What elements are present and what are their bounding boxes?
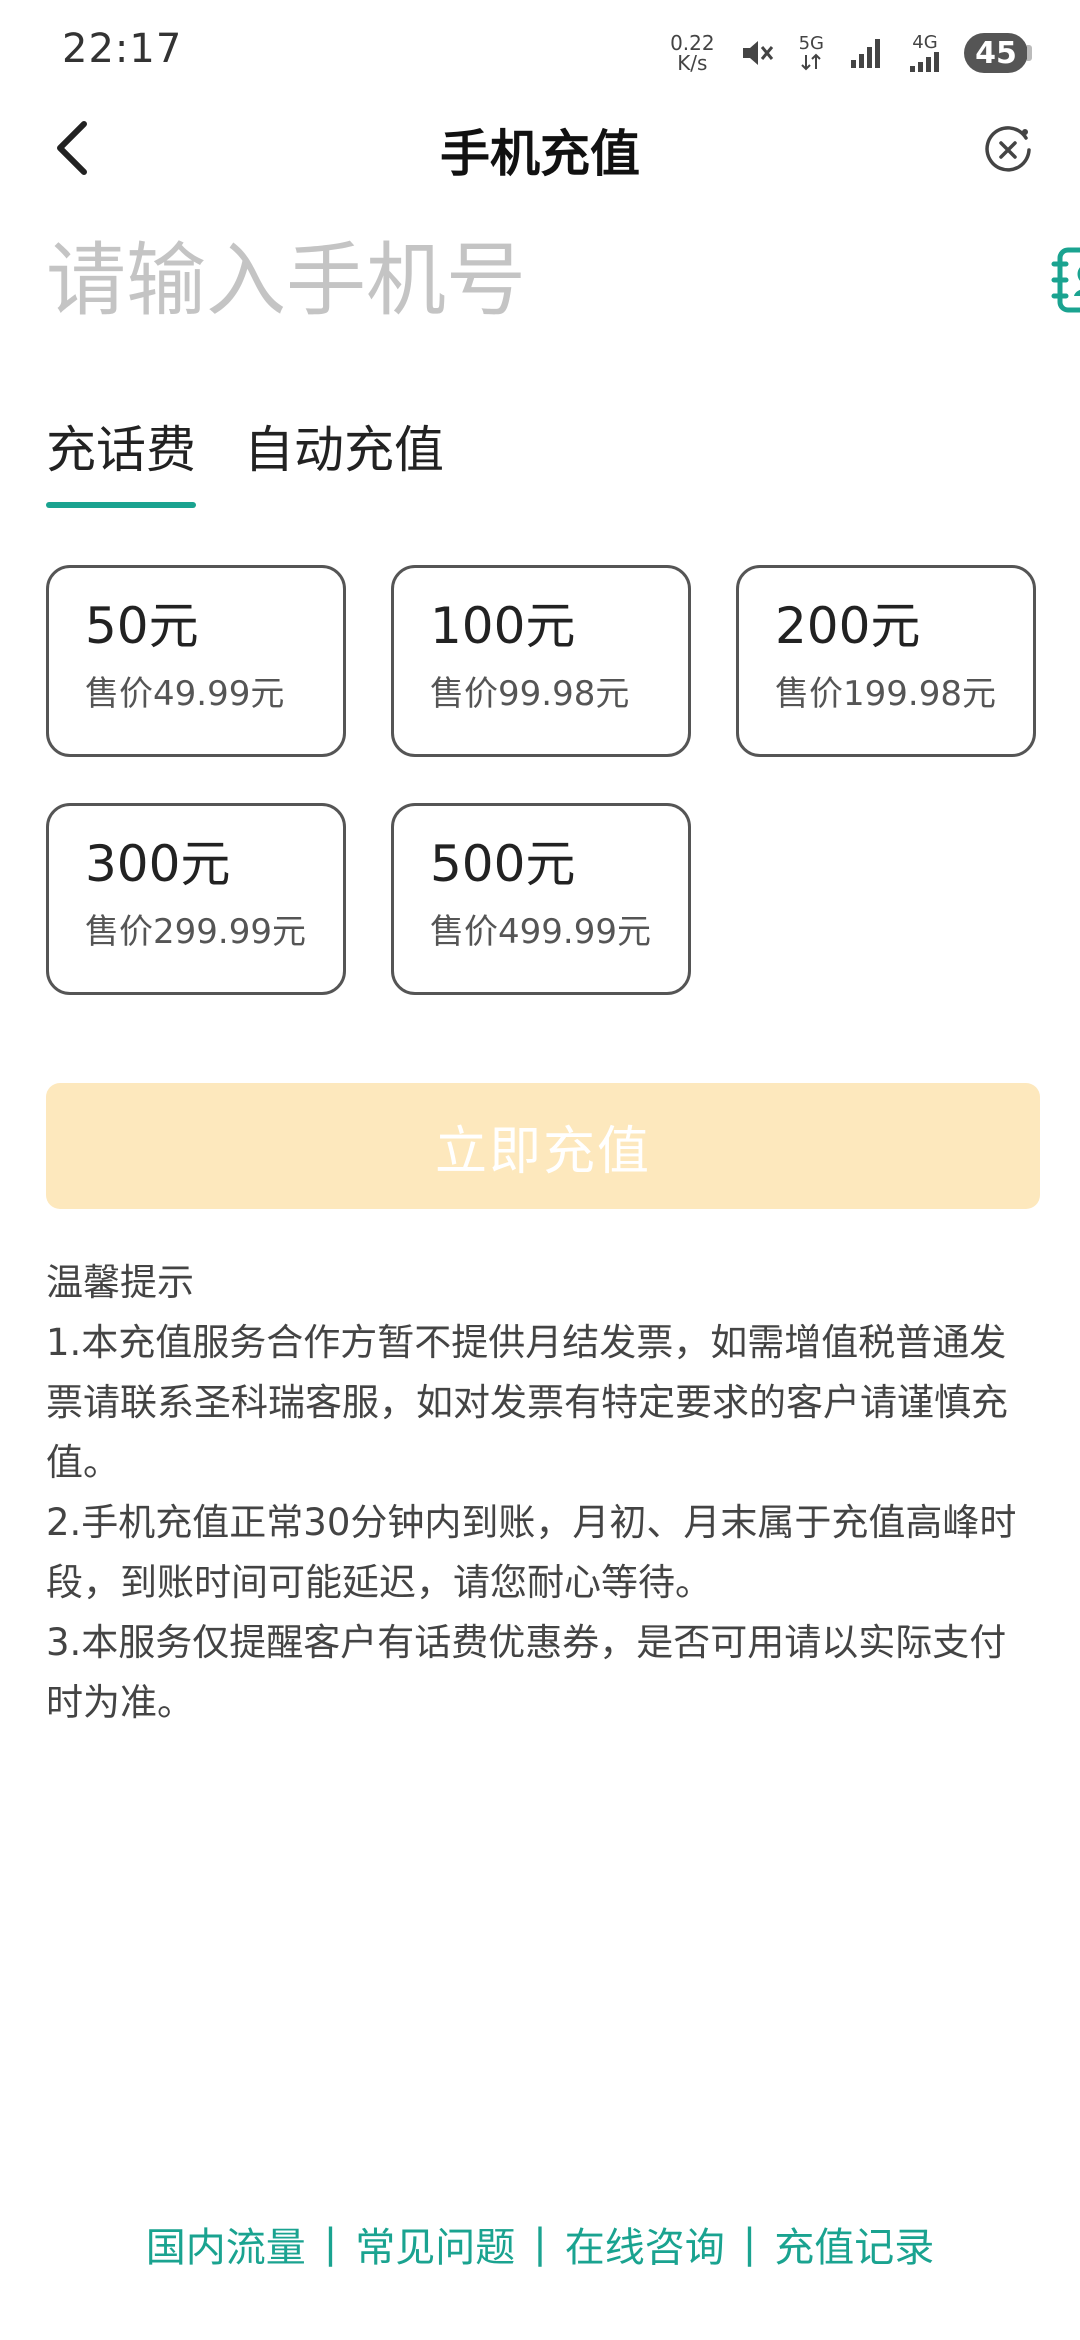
amount-option-50[interactable]: 50元 售价49.99元 [46, 565, 346, 757]
status-icons: 0.22 K/s 5G 4G 45 [670, 28, 1032, 78]
option-price: 售价299.99元 [85, 912, 306, 952]
amount-option-100[interactable]: 100元 售价99.98元 [391, 565, 691, 757]
amount-option-200[interactable]: 200元 售价199.98元 [736, 565, 1036, 757]
amount-options: 50元 售价49.99元 100元 售价99.98元 200元 售价199.98… [46, 565, 1036, 995]
link-faq[interactable]: 常见问题 [355, 2215, 515, 2273]
network-5g: 5G [799, 35, 824, 71]
tip-item: 3.本服务仅提醒客户有话费优惠券，是否可用请以实际支付时为准。 [46, 1621, 1007, 1724]
option-price: 售价499.99元 [430, 912, 651, 952]
phone-recharge-screen: 22:17 0.22 K/s 5G 4G 45 手机充值 请输入手机号 充话费 … [0, 0, 1080, 2340]
option-price: 售价49.99元 [85, 674, 285, 714]
footer-separator: | [742, 2221, 757, 2267]
tab-phone-bill[interactable]: 充话费 [46, 410, 196, 508]
link-domestic-data[interactable]: 国内流量 [146, 2215, 306, 2273]
footer-links: 国内流量 | 常见问题 | 在线咨询 | 充值记录 [0, 2215, 1080, 2273]
battery-icon: 45 [964, 33, 1032, 73]
phone-input-row [46, 225, 1080, 335]
network-speed-unit: K/s [677, 51, 708, 75]
option-amount: 100元 [430, 597, 576, 655]
tip-item: 1.本充值服务合作方暂不提供月结发票，如需增值税普通发票请联系圣科瑞客服，如对发… [46, 1321, 1008, 1484]
option-amount: 300元 [85, 835, 231, 893]
amount-option-300[interactable]: 300元 售价299.99元 [46, 803, 346, 995]
network-speed-value: 0.22 [670, 31, 715, 55]
battery-level: 45 [975, 35, 1017, 71]
tips-section: 温馨提示 1.本充值服务合作方暂不提供月结发票，如需增值税普通发票请联系圣科瑞客… [46, 1253, 1040, 1733]
amount-option-500[interactable]: 500元 售价499.99元 [391, 803, 691, 995]
signal-icon [846, 33, 886, 73]
mute-icon [737, 33, 777, 73]
contacts-book-icon [1051, 247, 1080, 313]
close-circle-icon [985, 126, 1031, 172]
network-5g-label: 5G [798, 33, 824, 54]
tips-title: 温馨提示 [46, 1261, 194, 1304]
status-bar: 22:17 0.22 K/s 5G 4G 45 [0, 0, 1080, 100]
data-arrows-icon [801, 53, 822, 71]
link-online-consult[interactable]: 在线咨询 [565, 2215, 725, 2273]
option-price: 售价99.98元 [430, 674, 630, 714]
phone-number-input[interactable] [46, 225, 1050, 335]
status-time: 22:17 [62, 26, 183, 72]
close-button[interactable] [976, 118, 1040, 182]
option-amount: 50元 [85, 597, 199, 655]
contacts-button[interactable] [1050, 240, 1080, 320]
header: 手机充值 [0, 100, 1080, 200]
recharge-now-button[interactable]: 立即充值 [46, 1083, 1040, 1209]
network-speed: 0.22 K/s [670, 33, 715, 73]
recharge-tabs: 充话费 自动充值 [46, 410, 444, 508]
signal-4g-icon [910, 52, 939, 72]
network-4g-label: 4G [912, 32, 938, 53]
link-recharge-history[interactable]: 充值记录 [774, 2215, 934, 2273]
network-4g: 4G [908, 34, 942, 72]
option-amount: 500元 [430, 835, 576, 893]
option-price: 售价199.98元 [775, 674, 996, 714]
option-amount: 200元 [775, 597, 921, 655]
footer-separator: | [533, 2221, 547, 2267]
tab-auto-recharge[interactable]: 自动充值 [244, 410, 444, 508]
footer-separator: | [323, 2221, 338, 2267]
tip-item: 2.手机充值正常30分钟内到账，月初、月末属于充值高峰时段，到账时间可能延迟，请… [46, 1501, 1017, 1604]
page-title: 手机充值 [440, 125, 640, 183]
